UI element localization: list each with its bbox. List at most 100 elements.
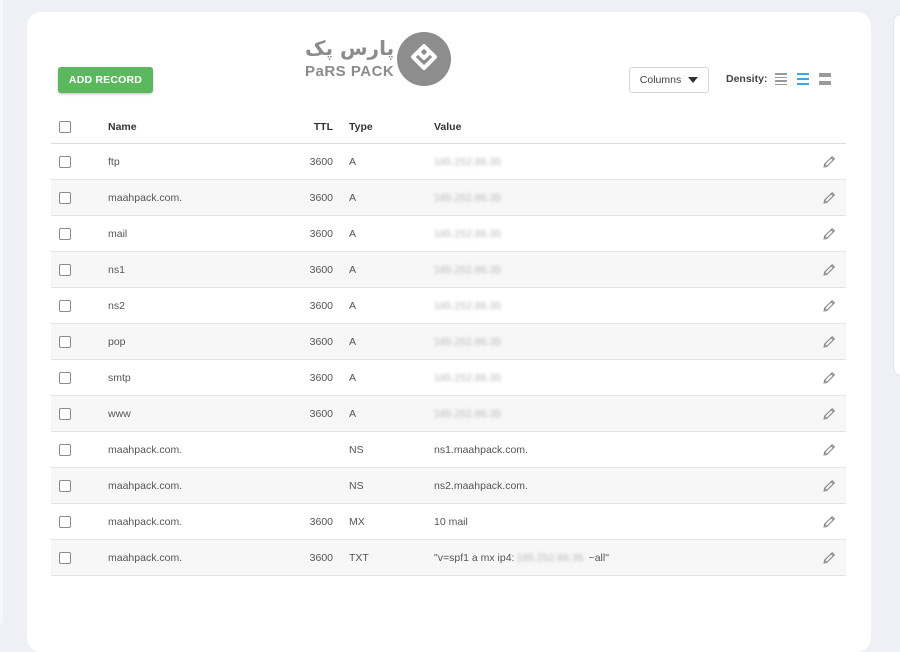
table-row: smtp 3600 A 185.252.86.35 [51, 360, 846, 396]
record-value-text: 185.252.86.35 [434, 155, 502, 168]
record-ttl [301, 432, 333, 467]
logo-text-persian: پارس پک [305, 36, 395, 60]
record-value: ns2.maahpack.com. [434, 468, 528, 503]
record-name: ns2 [108, 299, 125, 312]
density-standard-icon[interactable] [797, 73, 810, 85]
record-name: mail [108, 227, 128, 240]
record-value: 185.252.86.35 [434, 324, 501, 359]
row-checkbox[interactable] [59, 227, 71, 240]
record-type: A [349, 191, 357, 204]
row-checkbox[interactable] [59, 515, 71, 528]
row-checkbox[interactable] [59, 335, 71, 348]
parspack-logo-mark-icon [397, 32, 451, 86]
record-ttl: 3600 [309, 551, 333, 564]
header-name[interactable]: Name [108, 111, 137, 143]
pencil-edit-icon[interactable] [821, 154, 837, 170]
record-ttl: 3600 [309, 263, 333, 276]
record-value-text: 185.252.86.35 [434, 407, 502, 420]
page-edge [0, 0, 3, 623]
pencil-edit-icon[interactable] [821, 478, 837, 494]
header-type[interactable]: Type [349, 111, 373, 143]
record-name: maahpack.com. [108, 443, 183, 456]
record-ttl: 3600 [309, 515, 333, 528]
record-value-text: 10 mail [434, 515, 468, 528]
columns-button[interactable]: Columns [629, 67, 709, 93]
record-value-suffix: ~all" [585, 551, 609, 564]
record-name: maahpack.com. [108, 479, 183, 492]
record-value-text: 185.252.86.35 [434, 263, 502, 276]
record-name: www [108, 407, 131, 420]
record-name: maahpack.com. [108, 515, 183, 528]
table-row: mail 3600 A 185.252.86.35 [51, 216, 846, 252]
row-checkbox[interactable] [59, 443, 71, 456]
row-checkbox[interactable] [59, 371, 71, 384]
row-checkbox[interactable] [59, 191, 71, 204]
pencil-edit-icon[interactable] [821, 442, 837, 458]
record-value: 185.252.86.35 [434, 144, 501, 179]
pencil-edit-icon[interactable] [821, 334, 837, 350]
record-ttl: 3600 [309, 407, 333, 420]
record-type: A [349, 335, 357, 348]
record-value-text: 185.252.86.35 [434, 299, 502, 312]
record-value: 10 mail [434, 504, 468, 539]
record-value: "v=spf1 a mx ip4: 185.252.86.35 ~all" [434, 540, 609, 575]
record-type: MX [349, 515, 365, 528]
side-panel-edge [893, 14, 900, 376]
record-value-text: 185.252.86.35 [434, 191, 502, 204]
table-row: pop 3600 A 185.252.86.35 [51, 324, 846, 360]
density-compact-icon[interactable] [775, 73, 788, 85]
table-row: maahpack.com. NS ns1.maahpack.com. [51, 432, 846, 468]
row-checkbox[interactable] [59, 155, 71, 168]
pencil-edit-icon[interactable] [821, 370, 837, 386]
caret-down-icon [688, 77, 699, 83]
add-record-button[interactable]: ADD RECORD [58, 67, 153, 93]
record-value-text: 185.252.86.35 [434, 227, 502, 240]
record-value: 185.252.86.35 [434, 396, 501, 431]
record-name: ns1 [108, 263, 125, 276]
record-name: maahpack.com. [108, 191, 183, 204]
table-row: www 3600 A 185.252.86.35 [51, 396, 846, 432]
record-value: 185.252.86.35 [434, 360, 501, 395]
record-ttl: 3600 [309, 299, 333, 312]
pencil-edit-icon[interactable] [821, 406, 837, 422]
record-type: A [349, 155, 357, 168]
record-value-prefix: "v=spf1 a mx ip4: [434, 551, 515, 564]
record-value-text: 185.252.86.35 [434, 371, 502, 384]
header-ttl[interactable]: TTL [301, 111, 333, 143]
record-ttl: 3600 [309, 227, 333, 240]
record-name: pop [108, 335, 126, 348]
table-row: maahpack.com. 3600 TXT "v=spf1 a mx ip4:… [51, 540, 846, 576]
record-value-hidden: 185.252.86.35 [516, 551, 584, 564]
columns-label: Columns [639, 74, 682, 86]
record-type: A [349, 407, 357, 420]
record-ttl: 3600 [309, 155, 333, 168]
row-checkbox[interactable] [59, 479, 71, 492]
record-name: smtp [108, 371, 131, 384]
pencil-edit-icon[interactable] [821, 262, 837, 278]
row-checkbox[interactable] [59, 407, 71, 420]
record-value: 185.252.86.35 [434, 216, 501, 251]
row-checkbox[interactable] [59, 551, 71, 564]
table-row: maahpack.com. 3600 MX 10 mail [51, 504, 846, 540]
pencil-edit-icon[interactable] [821, 190, 837, 206]
record-type: A [349, 263, 357, 276]
header-value[interactable]: Value [434, 111, 461, 143]
select-all-checkbox[interactable] [59, 121, 71, 133]
record-ttl [301, 468, 333, 503]
record-type: NS [349, 443, 364, 456]
density-label: Density: [726, 73, 768, 85]
table-row: ns1 3600 A 185.252.86.35 [51, 252, 846, 288]
pencil-edit-icon[interactable] [821, 550, 837, 566]
row-checkbox[interactable] [59, 263, 71, 276]
record-type: A [349, 227, 357, 240]
pencil-edit-icon[interactable] [821, 298, 837, 314]
record-type: TXT [349, 551, 369, 564]
pencil-edit-icon[interactable] [821, 514, 837, 530]
row-checkbox[interactable] [59, 299, 71, 312]
logo-text-english: PaRS PACK [305, 63, 395, 80]
density-comfortable-icon[interactable] [819, 73, 832, 85]
table-row: maahpack.com. NS ns2.maahpack.com. [51, 468, 846, 504]
record-value: 185.252.86.35 [434, 180, 501, 215]
pencil-edit-icon[interactable] [821, 226, 837, 242]
record-value: 185.252.86.35 [434, 252, 501, 287]
